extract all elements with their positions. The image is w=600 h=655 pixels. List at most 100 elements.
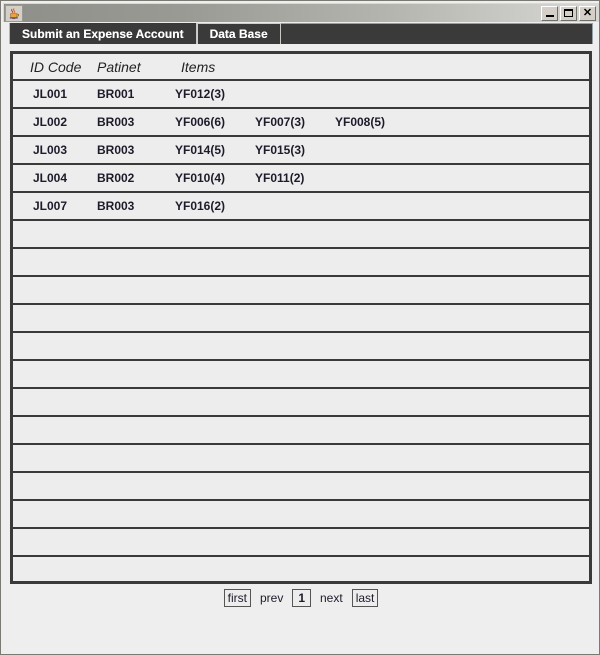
- cell-empty: [255, 416, 335, 445]
- cell-item-2: [255, 192, 335, 221]
- table-row[interactable]: [13, 472, 589, 501]
- cell-empty: [175, 472, 255, 501]
- cell-empty: [97, 416, 175, 445]
- table-row[interactable]: JL001 BR001 YF012(3): [13, 80, 589, 109]
- table-row[interactable]: [13, 528, 589, 557]
- cell-id-code: JL002: [13, 108, 97, 137]
- column-header-spacer-3: [335, 54, 415, 81]
- column-header-items: Items: [175, 54, 255, 81]
- cell-empty: [13, 388, 97, 417]
- pagination-current-page[interactable]: 1: [292, 589, 311, 607]
- table-row[interactable]: [13, 416, 589, 445]
- cell-empty: [415, 248, 589, 277]
- cell-empty: [175, 304, 255, 333]
- cell-empty: [97, 528, 175, 557]
- cell-item-3: [335, 164, 415, 193]
- cell-empty: [255, 472, 335, 501]
- cell-empty: [415, 444, 589, 473]
- table-row[interactable]: [13, 360, 589, 389]
- cell-item-1: YF006(6): [175, 108, 255, 137]
- cell-empty: [97, 220, 175, 249]
- cell-empty: [13, 276, 97, 305]
- cell-empty: [335, 528, 415, 557]
- cell-empty: [97, 388, 175, 417]
- cell-empty: [255, 220, 335, 249]
- cell-empty: [335, 444, 415, 473]
- cell-item-2: YF007(3): [255, 108, 335, 137]
- tab-submit-an-expense-account[interactable]: Submit an Expense Account: [9, 23, 197, 44]
- cell-empty: [255, 332, 335, 361]
- cell-patient: BR001: [97, 80, 175, 109]
- cell-empty: [415, 220, 589, 249]
- cell-empty: [175, 332, 255, 361]
- column-header-id-code: ID Code: [13, 54, 97, 81]
- window-title-bar: ✕: [3, 3, 599, 22]
- close-button[interactable]: ✕: [579, 5, 596, 21]
- table-row[interactable]: [13, 332, 589, 361]
- cell-empty: [335, 304, 415, 333]
- records-table: ID Code Patinet Items JL001 BR001 YF012(…: [13, 54, 589, 581]
- pagination-prev-button[interactable]: prev: [257, 590, 286, 606]
- column-header-patient: Patinet: [97, 54, 175, 81]
- cell-item-overflow: [415, 192, 589, 221]
- pagination-bar: first prev 1 next last: [1, 589, 599, 607]
- cell-item-3: YF008(5): [335, 108, 415, 137]
- cell-empty: [13, 416, 97, 445]
- cell-empty: [175, 416, 255, 445]
- cell-item-2: YF015(3): [255, 136, 335, 165]
- table-row[interactable]: [13, 248, 589, 277]
- table-row[interactable]: [13, 220, 589, 249]
- table-row[interactable]: JL004 BR002 YF010(4) YF011(2): [13, 164, 589, 193]
- cell-empty: [335, 248, 415, 277]
- cell-empty: [97, 472, 175, 501]
- cell-empty: [415, 528, 589, 557]
- table-row[interactable]: [13, 276, 589, 305]
- cell-empty: [13, 332, 97, 361]
- cell-empty: [175, 220, 255, 249]
- maximize-button[interactable]: [560, 5, 577, 21]
- cell-patient: BR003: [97, 108, 175, 137]
- pagination-first-button[interactable]: first: [223, 589, 251, 607]
- cell-empty: [255, 360, 335, 389]
- cell-empty: [175, 388, 255, 417]
- cell-empty: [255, 276, 335, 305]
- table-row[interactable]: JL007 BR003 YF016(2): [13, 192, 589, 221]
- table-row[interactable]: [13, 556, 589, 581]
- cell-id-code: JL001: [13, 80, 97, 109]
- cell-empty: [175, 444, 255, 473]
- pagination-next-button[interactable]: next: [317, 590, 346, 606]
- cell-empty: [175, 528, 255, 557]
- tab-strip: Submit an Expense Account Data Base: [9, 23, 593, 44]
- cell-empty: [415, 472, 589, 501]
- cell-empty: [97, 500, 175, 529]
- cell-empty: [97, 248, 175, 277]
- cell-empty: [97, 556, 175, 581]
- cell-item-overflow: [415, 136, 589, 165]
- cell-empty: [13, 220, 97, 249]
- table-row[interactable]: [13, 500, 589, 529]
- cell-empty: [335, 472, 415, 501]
- tab-data-base[interactable]: Data Base: [196, 23, 281, 44]
- table-row[interactable]: [13, 304, 589, 333]
- cell-item-overflow: [415, 108, 589, 137]
- table-row[interactable]: JL002 BR003 YF006(6) YF007(3) YF008(5): [13, 108, 589, 137]
- cell-item-overflow: [415, 164, 589, 193]
- tab-label: Data Base: [209, 27, 268, 41]
- table-row[interactable]: JL003 BR003 YF014(5) YF015(3): [13, 136, 589, 165]
- pagination-last-button[interactable]: last: [351, 589, 379, 607]
- cell-empty: [415, 304, 589, 333]
- table-row[interactable]: [13, 444, 589, 473]
- cell-empty: [255, 444, 335, 473]
- cell-item-1: YF010(4): [175, 164, 255, 193]
- cell-empty: [255, 388, 335, 417]
- minimize-button[interactable]: [541, 5, 558, 21]
- cell-empty: [335, 556, 415, 581]
- cell-item-1: YF014(5): [175, 136, 255, 165]
- cell-empty: [13, 500, 97, 529]
- window-controls: ✕: [541, 5, 596, 21]
- cell-empty: [415, 276, 589, 305]
- cell-empty: [13, 472, 97, 501]
- cell-empty: [255, 304, 335, 333]
- table-body: JL001 BR001 YF012(3) JL002 BR003 YF006(6…: [13, 80, 589, 581]
- table-row[interactable]: [13, 388, 589, 417]
